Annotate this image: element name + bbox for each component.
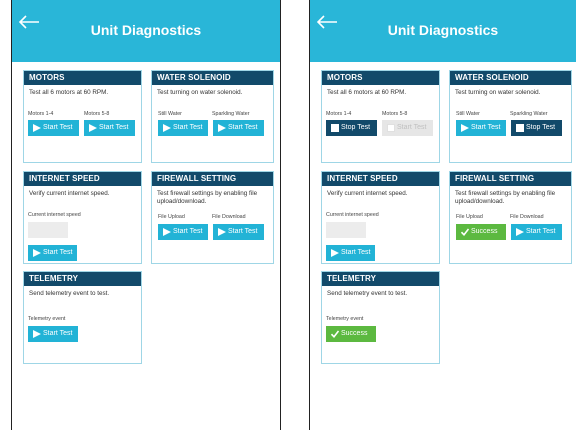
card-title: MOTORS bbox=[322, 71, 439, 85]
motors-1-4-label: Motors 1-4 bbox=[28, 111, 54, 117]
card-title: FIREWALL SETTING bbox=[450, 172, 571, 186]
internet-speed-start-button[interactable]: Start Test bbox=[326, 245, 375, 261]
motors-5-8-start-button-disabled: Start Test bbox=[382, 120, 433, 136]
still-water-label: Still Water bbox=[158, 111, 182, 117]
card-title: TELEMETRY bbox=[322, 272, 439, 286]
play-icon bbox=[33, 124, 41, 132]
card-title: WATER SOLENOID bbox=[152, 71, 273, 85]
file-download-label: File Download bbox=[212, 214, 246, 220]
play-icon bbox=[89, 124, 97, 132]
play-icon bbox=[33, 249, 41, 257]
file-download-start-button[interactable]: Start Test bbox=[213, 224, 264, 240]
play-icon bbox=[331, 249, 339, 257]
internet-speed-start-button[interactable]: Start Test bbox=[28, 245, 77, 261]
motors-1-4-start-button[interactable]: Start Test bbox=[28, 120, 79, 136]
telemetry-card: TELEMETRY Send telemetry event to test. … bbox=[321, 271, 440, 364]
page-title: Unit Diagnostics bbox=[90, 22, 202, 38]
motors-1-4-stop-button[interactable]: Stop Test bbox=[326, 120, 377, 136]
telemetry-start-button[interactable]: Start Test bbox=[28, 326, 78, 342]
card-description: Test all 6 motors at 60 RPM. bbox=[327, 89, 407, 96]
motors-5-8-label: Motors 5-8 bbox=[84, 111, 110, 117]
file-upload-label: File Upload bbox=[456, 214, 483, 220]
telemetry-event-label: Telemetry event bbox=[28, 316, 66, 322]
internet-speed-card: INTERNET SPEED Verify current internet s… bbox=[321, 171, 440, 264]
card-title: INTERNET SPEED bbox=[322, 172, 439, 186]
motors-1-4-label: Motors 1-4 bbox=[326, 111, 352, 117]
sparkling-water-stop-button[interactable]: Stop Test bbox=[511, 120, 562, 136]
stop-icon bbox=[516, 124, 524, 132]
card-description: Test firewall settings by enabling file … bbox=[157, 190, 258, 205]
speed-value-field bbox=[28, 222, 68, 238]
play-icon bbox=[516, 228, 524, 236]
telemetry-card: TELEMETRY Send telemetry event to test. … bbox=[23, 271, 142, 364]
file-upload-success-badge: Success bbox=[456, 224, 506, 240]
file-upload-start-button[interactable]: Start Test bbox=[158, 224, 208, 240]
page-title: Unit Diagnostics bbox=[387, 22, 499, 38]
card-description: Test firewall settings by enabling file … bbox=[455, 190, 556, 205]
stop-icon bbox=[331, 124, 339, 132]
app-header: Unit Diagnostics bbox=[12, 0, 280, 62]
sparkling-water-label: Sparkling Water bbox=[510, 111, 548, 117]
screen-in-progress: Unit Diagnostics MOTORS Test all 6 motor… bbox=[309, 0, 576, 430]
card-description: Test all 6 motors at 60 RPM. bbox=[29, 89, 109, 96]
card-title: WATER SOLENOID bbox=[450, 71, 571, 85]
play-icon bbox=[461, 124, 469, 132]
play-icon bbox=[163, 124, 171, 132]
play-icon bbox=[387, 124, 395, 132]
telemetry-success-badge: Success bbox=[326, 326, 376, 342]
card-description: Verify current internet speed. bbox=[29, 190, 110, 197]
motors-card: MOTORS Test all 6 motors at 60 RPM. Moto… bbox=[23, 70, 142, 163]
sparkling-water-start-button[interactable]: Start Test bbox=[213, 120, 264, 136]
motors-card: MOTORS Test all 6 motors at 60 RPM. Moto… bbox=[321, 70, 440, 163]
motors-5-8-start-button[interactable]: Start Test bbox=[84, 120, 135, 136]
internet-speed-card: INTERNET SPEED Verify current internet s… bbox=[23, 171, 142, 264]
play-icon bbox=[33, 330, 41, 338]
app-header: Unit Diagnostics bbox=[310, 0, 576, 62]
card-description: Send telemetry event to test. bbox=[327, 290, 408, 297]
card-title: TELEMETRY bbox=[24, 272, 141, 286]
water-solenoid-card: WATER SOLENOID Test turning on water sol… bbox=[449, 70, 572, 163]
firewall-setting-card: FIREWALL SETTING Test firewall settings … bbox=[449, 171, 572, 264]
card-title: FIREWALL SETTING bbox=[152, 172, 273, 186]
file-download-label: File Download bbox=[510, 214, 544, 220]
file-upload-label: File Upload bbox=[158, 214, 185, 220]
card-title: MOTORS bbox=[24, 71, 141, 85]
card-title: INTERNET SPEED bbox=[24, 172, 141, 186]
firewall-setting-card: FIREWALL SETTING Test firewall settings … bbox=[151, 171, 274, 264]
telemetry-event-label: Telemetry event bbox=[326, 316, 364, 322]
check-icon bbox=[461, 228, 469, 236]
still-water-start-button[interactable]: Start Test bbox=[158, 120, 208, 136]
water-solenoid-card: WATER SOLENOID Test turning on water sol… bbox=[151, 70, 274, 163]
still-water-start-button[interactable]: Start Test bbox=[456, 120, 506, 136]
card-description: Test turning on water solenoid. bbox=[157, 89, 243, 96]
play-icon bbox=[163, 228, 171, 236]
screen-initial: Unit Diagnostics MOTORS Test all 6 motor… bbox=[11, 0, 281, 430]
current-speed-label: Current internet speed bbox=[326, 212, 379, 218]
still-water-label: Still Water bbox=[456, 111, 480, 117]
file-download-start-button[interactable]: Start Test bbox=[511, 224, 562, 240]
motors-5-8-label: Motors 5-8 bbox=[382, 111, 408, 117]
current-speed-label: Current internet speed bbox=[28, 212, 81, 218]
play-icon bbox=[218, 124, 226, 132]
card-description: Send telemetry event to test. bbox=[29, 290, 110, 297]
play-icon bbox=[218, 228, 226, 236]
check-icon bbox=[331, 330, 339, 338]
sparkling-water-label: Sparkling Water bbox=[212, 111, 250, 117]
card-description: Verify current internet speed. bbox=[327, 190, 408, 197]
card-description: Test turning on water solenoid. bbox=[455, 89, 541, 96]
speed-value-field bbox=[326, 222, 366, 238]
